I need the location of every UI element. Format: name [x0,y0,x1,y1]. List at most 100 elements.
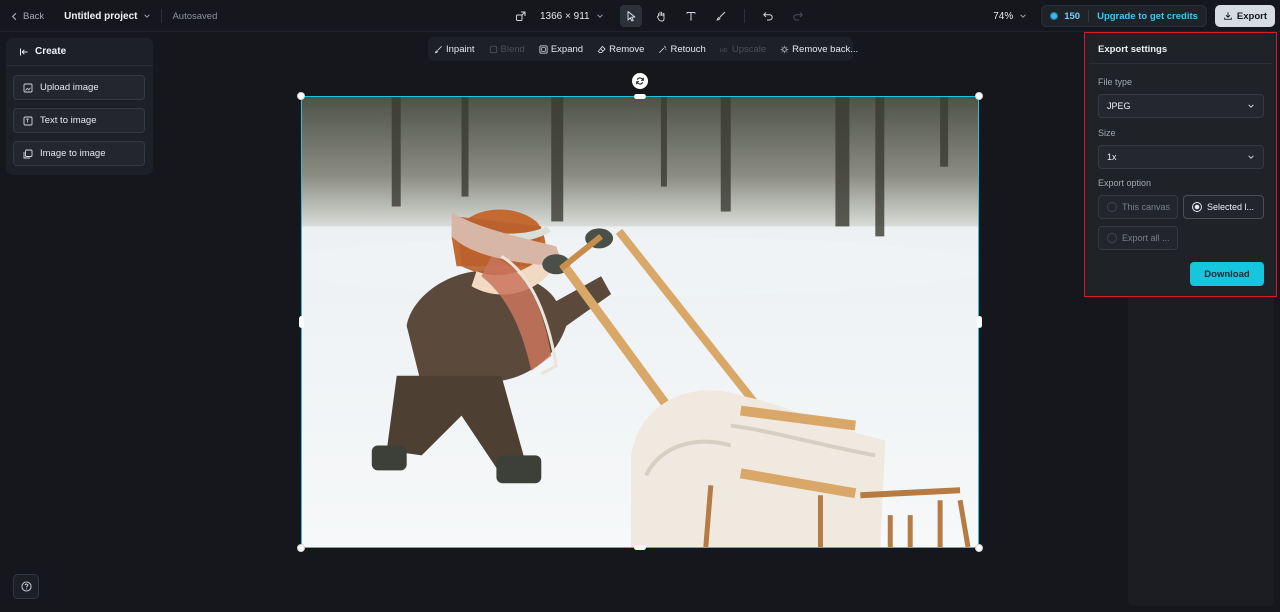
rotate-icon [636,77,644,85]
radio-icon [1107,202,1117,212]
image-to-image-icon [23,149,33,158]
rotate-handle[interactable] [632,73,648,89]
draw-tool[interactable] [710,5,732,27]
export-option-label: Export option [1098,178,1152,188]
resize-handle-right[interactable] [977,316,982,328]
export-settings-popup: Export settings File type JPEG Size 1x E… [1084,32,1277,297]
create-panel-title: Create [35,46,67,57]
resize-handle-top-left[interactable] [297,92,305,100]
chevron-down-icon [144,14,151,18]
download-icon [1224,12,1232,20]
divider [1089,63,1272,64]
zoom-level: 74% [993,10,1014,22]
chevron-down-icon [1248,155,1254,159]
resize-icon [516,11,526,21]
hd-icon: HD [720,47,728,53]
upload-image-icon [23,83,33,92]
resize-canvas-button[interactable] [510,5,532,27]
zoom-dropdown[interactable]: 74% [993,11,1027,22]
retouch-button[interactable]: Retouch [658,43,706,55]
remove-background-button[interactable]: Remove back... [780,44,858,55]
create-panel-header[interactable]: Create [6,38,153,66]
image-edit-toolbar: Inpaint Blend Expand Remove Retouch HD U… [428,37,858,61]
remove-button[interactable]: Remove [597,44,644,55]
cursor-icon [627,11,635,22]
credits-pill[interactable]: 150 Upgrade to get credits [1041,5,1207,27]
text-to-image-button[interactable]: Text to image [13,108,145,133]
hand-tool[interactable] [650,5,672,27]
size-value: 1x [1107,152,1117,162]
expand-button[interactable]: Expand [539,44,583,55]
canvas-size: 1366 × 911 [540,10,590,22]
expand-icon [539,44,548,54]
select-tool[interactable] [619,5,642,27]
upgrade-link[interactable]: Upgrade to get credits [1097,11,1198,22]
autosave-status: Autosaved [172,10,218,22]
canvas-toolbar: 1366 × 911 [510,4,809,28]
option-export-all[interactable]: Export all ... [1098,226,1178,250]
undo-icon [762,12,773,21]
size-select[interactable]: 1x [1098,145,1264,169]
redo-button[interactable] [787,5,809,27]
text-icon [686,12,696,21]
expand-label: Expand [550,43,584,55]
canvas-size-dropdown[interactable]: 1366 × 911 [540,11,604,22]
text-to-image-icon [23,116,33,125]
chevron-down-icon [1248,104,1254,108]
image-to-image-button[interactable]: Image to image [13,141,145,166]
option-selected-layers[interactable]: Selected l... [1183,195,1264,219]
download-button[interactable]: Download [1190,262,1264,286]
size-label: Size [1098,128,1116,138]
eraser-icon [597,45,606,53]
back-label: Back [23,10,45,22]
svg-text:HD: HD [720,47,728,53]
text-tool[interactable] [680,5,702,27]
resize-handle-bottom-left[interactable] [297,544,305,552]
inpaint-icon [434,45,442,53]
upscale-button[interactable]: HD Upscale [720,44,766,55]
hand-icon [656,11,665,22]
blend-icon [489,45,497,53]
credits-count: 150 [1064,10,1081,22]
export-button[interactable]: Export [1214,5,1275,27]
resize-handle-bottom[interactable] [634,545,646,550]
undo-button[interactable] [757,5,779,27]
remove-label: Remove [609,43,645,55]
help-icon [20,581,32,592]
export-settings-card: Export settings File type JPEG Size 1x E… [1089,35,1272,293]
upload-image-button[interactable]: Upload image [13,75,145,100]
divider [743,9,745,23]
retouch-label: Retouch [670,43,706,55]
resize-handle-left[interactable] [299,316,304,328]
create-panel: Create Upload image Text to image Image … [6,38,153,175]
blend-button[interactable]: Blend [489,44,525,55]
upload-image-label: Upload image [40,82,99,93]
inpaint-label: Inpaint [446,43,475,55]
image-to-image-label: Image to image [40,148,106,159]
file-type-value: JPEG [1107,101,1131,111]
canvas-image[interactable] [301,96,979,548]
option-selected-layers-label: Selected l... [1207,202,1255,212]
chevron-down-icon [1020,14,1026,18]
snow-photo [302,97,978,547]
resize-handle-top-right[interactable] [975,92,983,100]
coin-icon [1050,12,1059,20]
redo-icon [792,12,803,21]
resize-handle-top[interactable] [634,94,646,99]
file-type-select[interactable]: JPEG [1098,94,1264,118]
help-button[interactable] [13,574,39,599]
back-button[interactable]: Back [10,11,44,22]
chevron-left-icon [11,12,17,20]
export-settings-title: Export settings [1098,44,1168,55]
chevron-down-icon [596,14,603,18]
brush-icon [716,11,725,21]
inpaint-button[interactable]: Inpaint [434,44,475,55]
top-bar-right: 74% 150 Upgrade to get credits Export [993,4,1275,28]
remove-background-label: Remove back... [792,43,859,55]
option-this-canvas[interactable]: This canvas [1098,195,1178,219]
divider [1088,10,1090,22]
export-label: Export [1236,10,1267,22]
option-export-all-label: Export all ... [1122,233,1170,243]
project-name-dropdown[interactable]: Untitled project [64,11,151,22]
resize-handle-bottom-right[interactable] [975,544,983,552]
